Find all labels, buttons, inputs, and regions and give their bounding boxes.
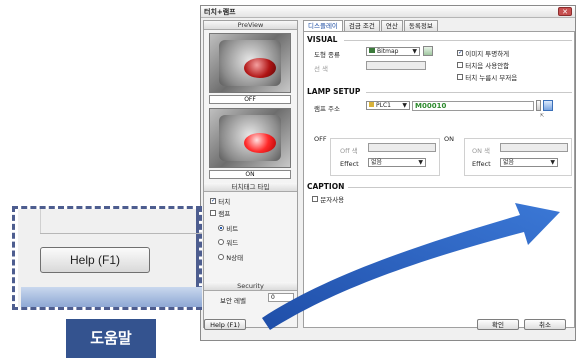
curved-arrow-icon [262,203,560,330]
help-callout-label: 도움말 [66,319,156,358]
callout-arrow-graphic [262,203,560,330]
